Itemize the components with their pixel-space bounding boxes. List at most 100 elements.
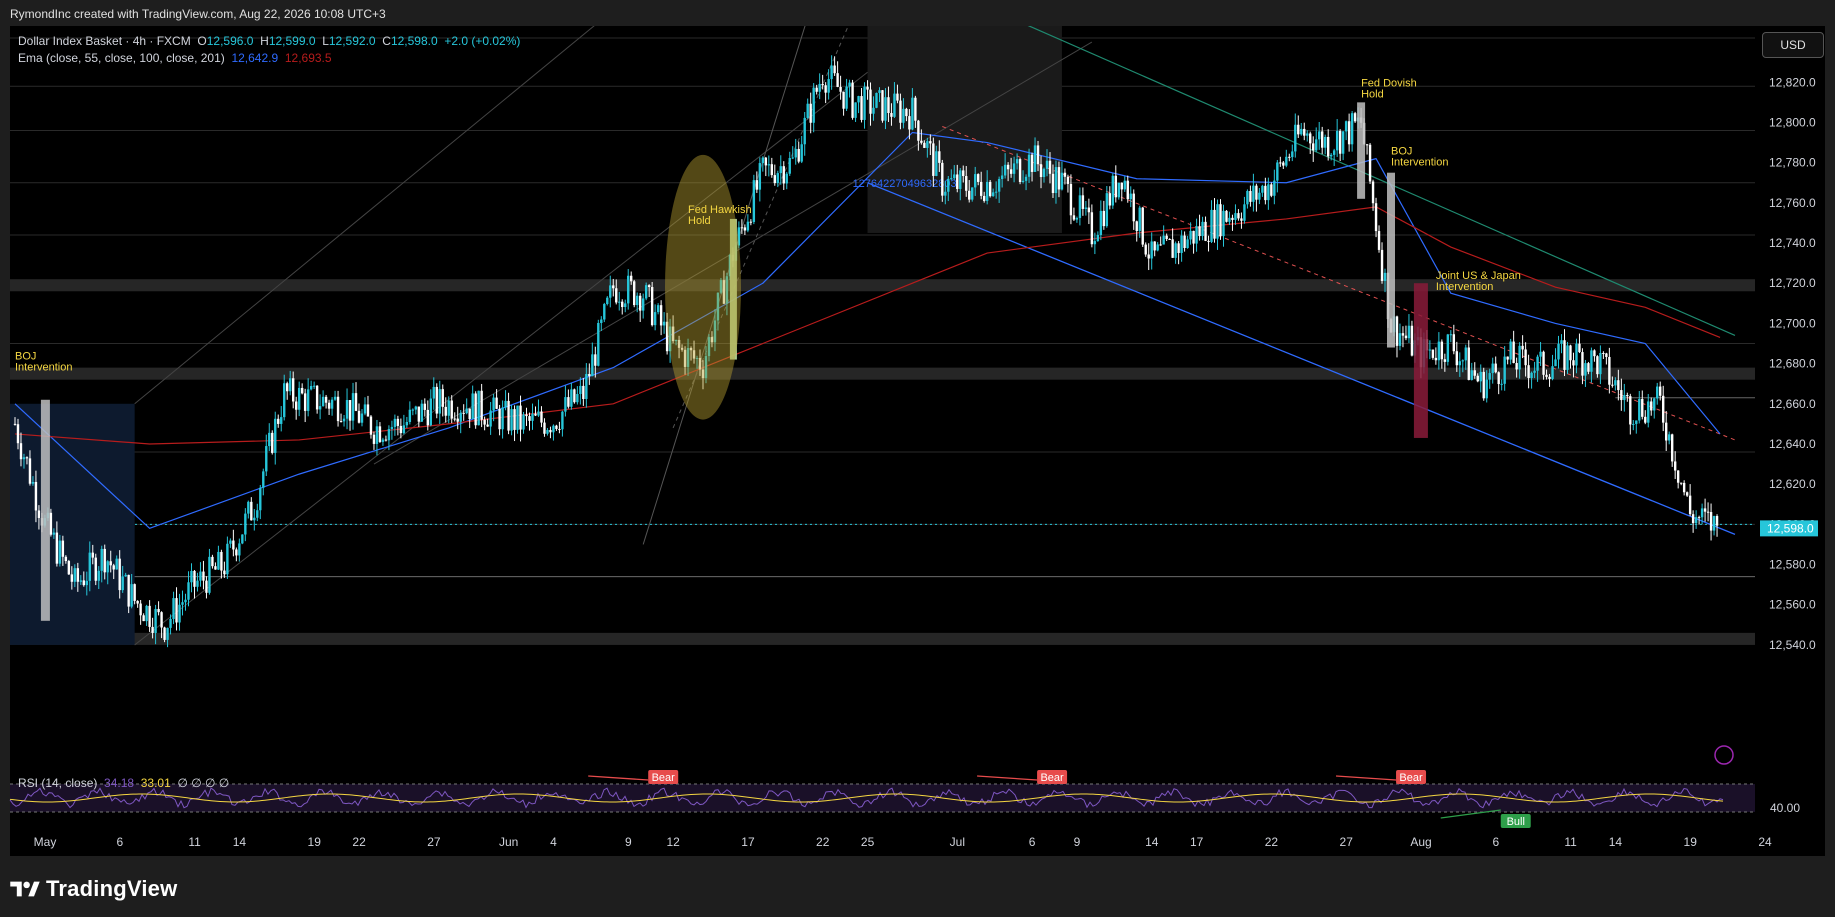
candle-body [1258, 192, 1261, 200]
candle-body [342, 418, 346, 422]
candle-body [944, 191, 947, 196]
candle-body [982, 195, 986, 201]
candle-body [1060, 172, 1064, 190]
candle-body [1195, 226, 1198, 244]
price-tick-label: 12,720.0 [1769, 276, 1816, 290]
candle-body [516, 405, 519, 430]
candle-body [184, 599, 187, 603]
candle-body [1288, 156, 1291, 158]
event-bar [1387, 172, 1395, 348]
candle-body [1081, 195, 1085, 209]
candle-body [833, 65, 836, 74]
candle-body [49, 512, 53, 535]
candle-body [1503, 356, 1506, 384]
candle-body [1024, 176, 1028, 181]
time-tick-label: 22 [352, 835, 366, 849]
candle-body [1201, 221, 1204, 237]
candle-body [1123, 180, 1126, 190]
candle-body [653, 312, 657, 326]
rsi-band [10, 784, 1755, 812]
candle-body [1015, 159, 1019, 164]
candle-body [1099, 210, 1103, 235]
candle-body [348, 400, 352, 421]
candle-body [1431, 349, 1435, 358]
candle-body [1042, 168, 1046, 178]
candle-body [812, 87, 815, 123]
candle-body [1491, 363, 1494, 374]
candle-body [1368, 144, 1372, 182]
candle-body [64, 556, 68, 562]
candle-body [1470, 370, 1473, 380]
candle-body [1243, 204, 1246, 221]
candle-body [283, 383, 286, 418]
candle-body [1039, 164, 1043, 178]
candle-body [1048, 160, 1052, 174]
candle-body [1365, 144, 1369, 146]
candle-body [1557, 343, 1560, 360]
time-tick-label: 27 [427, 835, 441, 849]
candle-body [525, 414, 528, 417]
candle-body [303, 393, 307, 411]
candle-body [429, 398, 432, 426]
candle-body [1273, 180, 1276, 196]
candle-body [767, 164, 771, 166]
candle-body [1135, 221, 1138, 231]
rsi-ma-value: 33.01 [140, 776, 171, 790]
tradingview-logo[interactable]: TradingView [10, 876, 177, 902]
candle-body [97, 570, 100, 581]
candle-body [764, 157, 768, 166]
candle-body [294, 401, 298, 410]
candle-body [1709, 512, 1713, 531]
candle-body [300, 387, 304, 394]
candle-body [1344, 121, 1348, 132]
candle-body [1294, 124, 1297, 152]
candle-body [641, 298, 645, 311]
candle-body [441, 389, 444, 407]
candle-body [1329, 154, 1333, 157]
candle-body [103, 548, 106, 573]
symbol-legend: Dollar Index Basket · 4h · FXCM O12,596.… [18, 34, 521, 48]
candle-body [169, 618, 172, 628]
candle-body [1488, 373, 1491, 380]
candle-body [1515, 362, 1518, 370]
candle-body [190, 570, 193, 583]
candle-body [1665, 422, 1668, 441]
candle-body [803, 117, 806, 145]
candle-body [193, 570, 196, 587]
candle-body [76, 568, 80, 582]
divergence-line [977, 775, 1038, 781]
candle-body [423, 403, 427, 410]
currency-button[interactable]: USD [1762, 32, 1824, 58]
falling-channel-lower [867, 182, 1736, 536]
candle-body [1120, 182, 1123, 190]
candle-body [408, 409, 412, 422]
candle-body [1590, 350, 1593, 372]
candle-body [73, 568, 77, 582]
candle-body [106, 561, 109, 573]
candle-body [1685, 492, 1689, 496]
candle-body [1326, 136, 1330, 157]
candle-body [480, 390, 483, 420]
ema-fast-value: 12,642.9 [231, 51, 279, 65]
time-tick-label: 25 [861, 835, 875, 849]
candle-body [1599, 353, 1602, 375]
price-tick-label: 12,740.0 [1769, 236, 1816, 250]
shaded-zone [867, 26, 1062, 233]
candle-body [1452, 334, 1456, 352]
candle-body [1249, 190, 1252, 202]
shaded-zone [10, 403, 135, 645]
last-price-label: 12,598.0 [1767, 521, 1814, 535]
candle-body [1084, 207, 1088, 209]
candle-body [339, 421, 343, 423]
rsi-legend[interactable]: RSI (14, close) 34.18 33.01 ∅ ∅ ∅ ∅ [18, 776, 229, 790]
candle-body [333, 396, 337, 400]
candle-body [612, 285, 615, 289]
ema-legend[interactable]: Ema (close, 55, close, 100, close, 201) … [18, 51, 332, 65]
price-chart[interactable]: 12764227049632803 BOJ InterventionFed Haw… [0, 0, 1835, 917]
candle-body [1180, 235, 1183, 253]
candle-body [615, 288, 618, 303]
candle-body [1090, 212, 1094, 245]
event-bar [1413, 283, 1428, 438]
candle-body [426, 409, 429, 426]
candle-body [1566, 345, 1569, 370]
